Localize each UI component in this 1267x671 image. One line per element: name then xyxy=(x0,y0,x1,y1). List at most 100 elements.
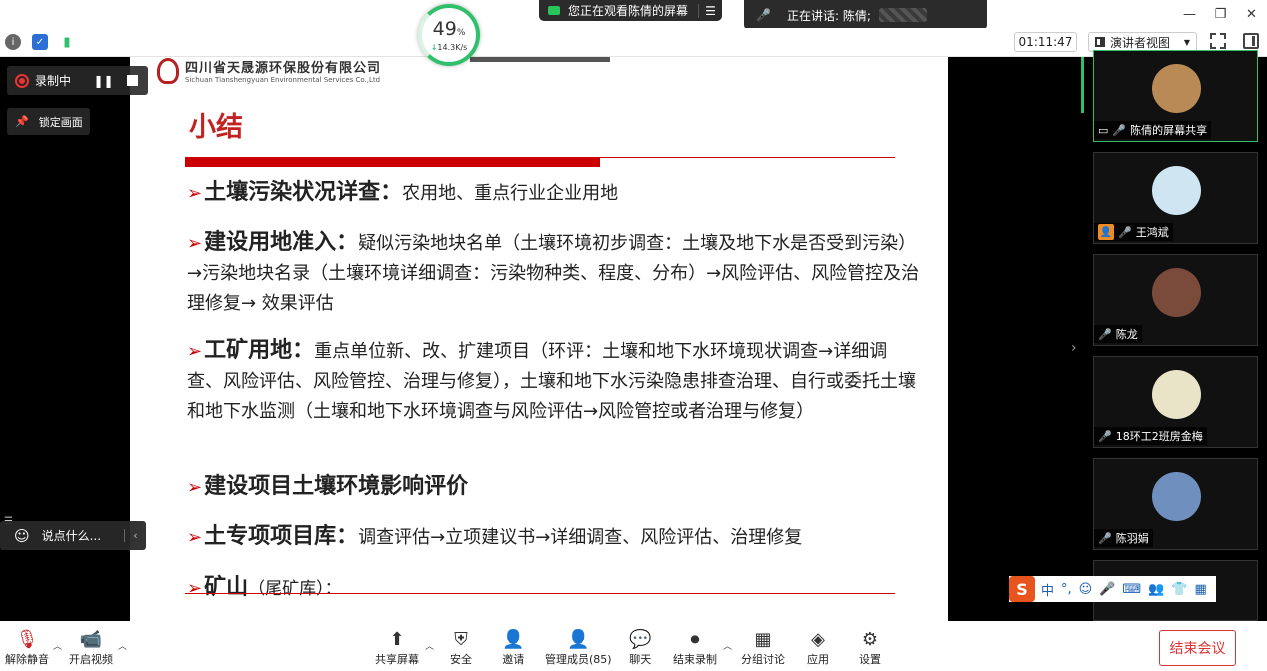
user-icon[interactable]: 👥 xyxy=(1148,582,1164,597)
sharing-notice-pill[interactable]: 您正在观看陈倩的屏幕 ☰ xyxy=(539,0,722,21)
ime-toolbar[interactable]: S 中 °, ☺ 🎤 ⌨ 👥 👕 ▦ xyxy=(1009,576,1216,602)
video-label: 开启视频 xyxy=(69,653,113,666)
slide-title: 小结 xyxy=(189,112,243,143)
item-heading: 工矿用地： xyxy=(204,338,315,363)
participant-name: 陈龙 xyxy=(1115,328,1138,341)
logo-mark xyxy=(157,57,179,84)
participant-tile[interactable]: 🎤 18环工2班房金梅 xyxy=(1093,356,1258,448)
end-meeting-button[interactable]: 结束会议 xyxy=(1159,630,1236,666)
stop-record-label: 结束录制 xyxy=(673,653,717,666)
window-titlebar: 您正在观看陈倩的屏幕 ☰ 🎤 正在讲话: 陈倩; — ❐ ✕ xyxy=(0,0,1267,30)
fullscreen-icon[interactable] xyxy=(1210,33,1226,49)
bullet-arrow-icon: ➢ xyxy=(187,233,203,254)
item-heading: 土壤污染状况详查： xyxy=(204,180,403,205)
share-screen-icon: ⬆ xyxy=(389,628,405,650)
item-heading: 建设项目土壤环境影响评价 xyxy=(204,474,469,499)
ime-language[interactable]: 中 xyxy=(1041,580,1054,599)
info-icon[interactable]: i xyxy=(5,34,21,50)
mic-muted-icon: 🎤 xyxy=(1098,327,1112,341)
participant-name: 18环工2班房金梅 xyxy=(1115,430,1203,443)
breakout-icon: ▦ xyxy=(754,628,772,650)
recording-control: 录制中 ❚❚ xyxy=(7,66,148,95)
bullet-arrow-icon: ➢ xyxy=(187,578,203,599)
sharing-notice-text: 您正在观看陈倩的屏幕 xyxy=(568,4,689,18)
breakout-label: 分组讨论 xyxy=(741,653,785,666)
screen-share-icon: ▭ xyxy=(1098,123,1109,137)
participant-name-bar: ▭ 🎤 陈倩的屏幕共享 xyxy=(1094,121,1212,139)
start-video-button[interactable]: 📹 开启视频 xyxy=(69,627,113,667)
stop-icon[interactable] xyxy=(118,75,146,86)
percent-unit: % xyxy=(456,27,466,38)
avatar xyxy=(1152,166,1201,215)
slide-item: ➢土壤污染状况详查：农用地、重点行业企业用地 xyxy=(187,178,922,209)
view-mode-label: 演讲者视图 xyxy=(1110,35,1171,50)
shirt-icon[interactable]: 👕 xyxy=(1171,582,1187,597)
network-status-badge[interactable]: 49% ↓14.3K/s xyxy=(418,4,480,66)
participant-name: 陈倩的屏幕共享 xyxy=(1130,124,1208,137)
breakout-button[interactable]: ▦ 分组讨论 xyxy=(741,627,785,667)
stop-recording-button[interactable]: ⏺ 结束录制 xyxy=(673,627,717,667)
chat-icon: 💬 xyxy=(629,628,652,650)
participant-tile[interactable]: 👤 🎤 王鸿斌 xyxy=(1093,152,1258,244)
settings-button[interactable]: ⚙ 设置 xyxy=(859,627,881,667)
share-screen-button[interactable]: ⬆ 共享屏幕 xyxy=(375,627,419,667)
ime-punct[interactable]: °, xyxy=(1061,582,1072,597)
chevron-up-icon[interactable]: ︿ xyxy=(53,639,62,652)
participant-tile[interactable]: 🎤 陈羽娟 xyxy=(1093,458,1258,550)
minimize-icon[interactable]: — xyxy=(1174,0,1205,28)
meeting-toolbar: i ✓ ▮ 01:11:47 演讲者视图 ▼ xyxy=(0,28,1267,57)
lock-label: 锁定画面 xyxy=(38,115,83,129)
emoji-icon[interactable]: ☺ xyxy=(14,527,30,545)
shield-icon[interactable]: ✓ xyxy=(32,34,48,50)
view-mode-dropdown[interactable]: 演讲者视图 ▼ xyxy=(1088,32,1197,52)
participant-name-bar: 🎤 陈羽娟 xyxy=(1094,529,1153,547)
bullet-arrow-icon: ➢ xyxy=(187,527,203,548)
bullet-arrow-icon: ➢ xyxy=(187,341,203,362)
speaker-view-icon xyxy=(1095,37,1105,47)
mic-muted-icon: 🎤 xyxy=(756,8,771,22)
slide-item: ➢建设用地准入：疑似污染地块名单（土壤环境初步调查：土壤及地下水是否受到污染）→… xyxy=(187,228,922,319)
chevron-right-icon[interactable]: › xyxy=(1071,340,1077,356)
restore-icon[interactable]: ❐ xyxy=(1205,0,1236,28)
pin-icon: 📌 xyxy=(15,115,29,128)
chevron-up-icon[interactable]: ︿ xyxy=(425,639,434,652)
apps-button[interactable]: ◈ 应用 xyxy=(807,627,829,667)
item-body: 调查评估→立项建议书→详细调查、风险评估、治理修复 xyxy=(358,527,803,548)
participant-tile[interactable]: 🎤 陈龙 xyxy=(1093,254,1258,346)
manage-members-button[interactable]: 👤 管理成员(85) xyxy=(545,627,612,667)
speaking-indicator: 🎤 正在讲话: 陈倩; xyxy=(744,0,987,30)
signal-icon[interactable]: ▮ xyxy=(59,34,75,50)
slide-item: ➢土专项项目库：调查评估→立项建议书→详细调查、风险评估、治理修复 xyxy=(187,522,922,553)
grid-icon[interactable]: ▦ xyxy=(1195,582,1207,597)
share-progress-strip xyxy=(470,57,610,62)
participant-tile[interactable]: ▭ 🎤 陈倩的屏幕共享 xyxy=(1093,50,1258,142)
sidebar-toggle-icon[interactable] xyxy=(1243,33,1259,49)
chat-input-bar[interactable]: ☺ 说点什么... ‹ xyxy=(0,521,146,550)
pause-icon[interactable]: ❚❚ xyxy=(89,74,118,88)
blurred-name xyxy=(878,8,927,22)
security-button[interactable]: ⛨ 安全 xyxy=(450,627,472,667)
voice-icon[interactable]: 🎤 xyxy=(1099,582,1115,597)
unmute-button[interactable]: 🎙 解除静音 xyxy=(5,627,49,667)
slide-item: ➢工矿用地：重点单位新、改、扩建项目（环评：土壤和地下水环境现状调查→详细调查、… xyxy=(187,336,922,427)
chevron-up-icon[interactable]: ︿ xyxy=(723,639,732,652)
keyboard-icon[interactable]: ⌨ xyxy=(1122,582,1141,597)
item-heading: 建设用地准入： xyxy=(204,230,359,255)
close-icon[interactable]: ✕ xyxy=(1236,0,1267,28)
chat-placeholder[interactable]: 说点什么... xyxy=(42,527,101,544)
chat-button[interactable]: 💬 聊天 xyxy=(629,627,651,667)
bullet-arrow-icon: ➢ xyxy=(187,183,203,204)
active-indicator xyxy=(1081,57,1084,113)
chevron-up-icon[interactable]: ︿ xyxy=(118,639,127,652)
menu-icon[interactable]: ☰ xyxy=(698,3,722,18)
lock-screen-button[interactable]: 📌 锁定画面 xyxy=(7,108,90,135)
stop-record-icon: ⏺ xyxy=(690,628,700,650)
network-percent: 49 xyxy=(432,17,457,40)
meeting-timer: 01:11:47 xyxy=(1014,32,1077,52)
participant-name-bar: 🎤 18环工2班房金梅 xyxy=(1094,427,1207,445)
members-icon: 👤 xyxy=(567,628,590,650)
emoji-icon[interactable]: ☺ xyxy=(1079,582,1093,597)
invite-button[interactable]: 👤 邀请 xyxy=(502,627,524,667)
chevron-left-icon[interactable]: ‹ xyxy=(124,529,146,542)
avatar xyxy=(1152,268,1201,317)
